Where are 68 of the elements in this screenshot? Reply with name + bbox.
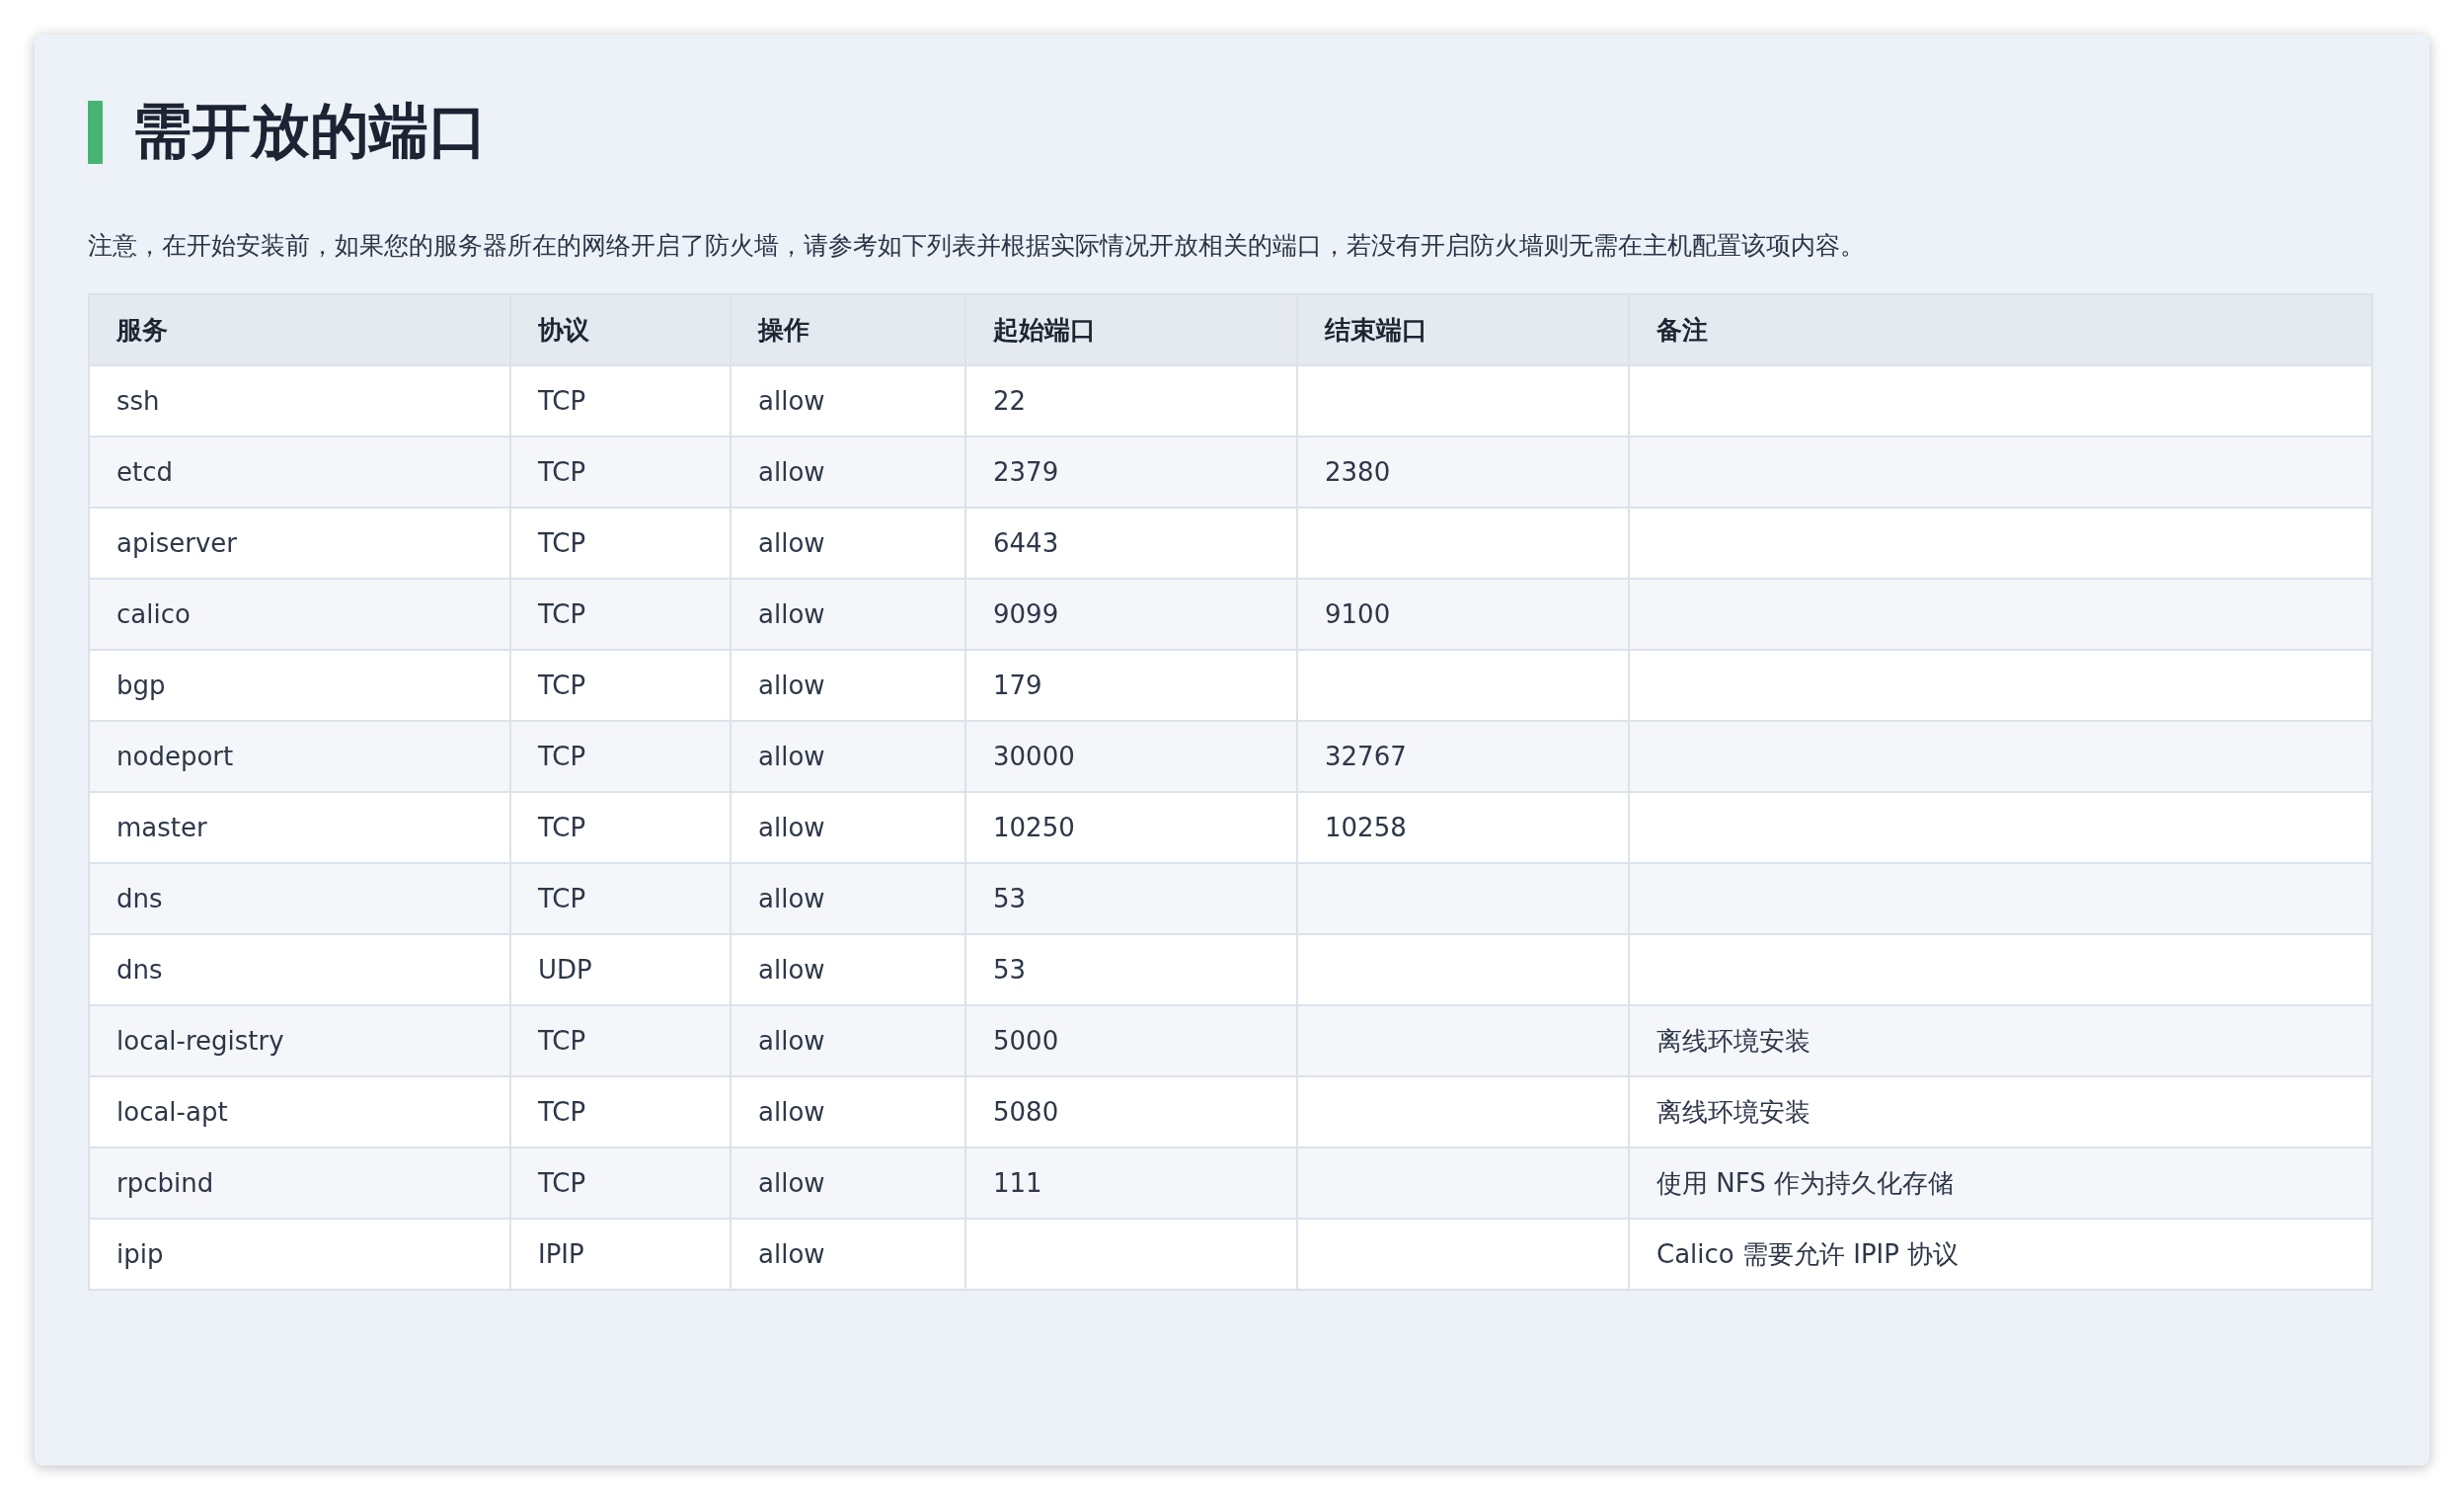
start-port-cell: 9099 (965, 579, 1297, 650)
protocol-cell: TCP (510, 1147, 731, 1219)
end-port-cell: 2380 (1297, 436, 1629, 508)
protocol-cell: TCP (510, 1076, 731, 1147)
end-port-cell: 9100 (1297, 579, 1629, 650)
service-cell: apiserver (89, 508, 510, 579)
action-cell: allow (731, 934, 965, 1005)
note-cell: 离线环境安装 (1629, 1005, 2372, 1076)
service-cell: rpcbind (89, 1147, 510, 1219)
action-cell: allow (731, 863, 965, 934)
start-port-cell: 10250 (965, 792, 1297, 863)
end-port-cell: 10258 (1297, 792, 1629, 863)
service-cell: calico (89, 579, 510, 650)
protocol-cell: IPIP (510, 1219, 731, 1290)
protocol-cell: TCP (510, 1005, 731, 1076)
protocol-cell: TCP (510, 508, 731, 579)
protocol-cell: TCP (510, 792, 731, 863)
action-cell: allow (731, 579, 965, 650)
action-cell: allow (731, 1147, 965, 1219)
start-port-cell: 2379 (965, 436, 1297, 508)
column-header: 协议 (510, 294, 731, 365)
column-header: 服务 (89, 294, 510, 365)
action-cell: allow (731, 1219, 965, 1290)
start-port-cell: 111 (965, 1147, 1297, 1219)
protocol-cell: UDP (510, 934, 731, 1005)
protocol-cell: TCP (510, 579, 731, 650)
service-cell: master (89, 792, 510, 863)
title-accent-bar (88, 100, 103, 164)
start-port-cell: 6443 (965, 508, 1297, 579)
action-cell: allow (731, 365, 965, 436)
note-cell: 离线环境安装 (1629, 1076, 2372, 1147)
service-cell: ipip (89, 1219, 510, 1290)
column-header: 起始端口 (965, 294, 1297, 365)
notice-text: 注意，在开始安装前，如果您的服务器所在的网络开启了防火墙，请参考如下列表并根据实际情况开放相关的端口，若没有开启防火墙则无需在主机配置该项内容。 (88, 230, 1866, 262)
service-cell: local-registry (89, 1005, 510, 1076)
action-cell: allow (731, 436, 965, 508)
start-port-cell: 53 (965, 863, 1297, 934)
protocol-cell: TCP (510, 365, 731, 436)
column-header: 结束端口 (1297, 294, 1629, 365)
service-cell: dns (89, 863, 510, 934)
start-port-cell: 5080 (965, 1076, 1297, 1147)
end-port-cell: 32767 (1297, 721, 1629, 792)
action-cell: allow (731, 1076, 965, 1147)
start-port-cell: 5000 (965, 1005, 1297, 1076)
start-port-cell: 179 (965, 650, 1297, 721)
service-cell: bgp (89, 650, 510, 721)
start-port-cell: 22 (965, 365, 1297, 436)
action-cell: allow (731, 650, 965, 721)
note-cell: Calico 需要允许 IPIP 协议 (1629, 1219, 2372, 1290)
protocol-cell: TCP (510, 863, 731, 934)
action-cell: allow (731, 1005, 965, 1076)
start-port-cell: 53 (965, 934, 1297, 1005)
start-port-cell: 30000 (965, 721, 1297, 792)
protocol-cell: TCP (510, 650, 731, 721)
service-cell: nodeport (89, 721, 510, 792)
column-header: 备注 (1629, 294, 2372, 365)
note-cell: 使用 NFS 作为持久化存储 (1629, 1147, 2372, 1219)
service-cell: etcd (89, 436, 510, 508)
page-title: 需开放的端口 (132, 95, 488, 167)
action-cell: allow (731, 792, 965, 863)
column-header: 操作 (731, 294, 965, 365)
action-cell: allow (731, 721, 965, 792)
service-cell: ssh (89, 365, 510, 436)
service-cell: dns (89, 934, 510, 1005)
service-cell: local-apt (89, 1076, 510, 1147)
protocol-cell: TCP (510, 721, 731, 792)
action-cell: allow (731, 508, 965, 579)
protocol-cell: TCP (510, 436, 731, 508)
